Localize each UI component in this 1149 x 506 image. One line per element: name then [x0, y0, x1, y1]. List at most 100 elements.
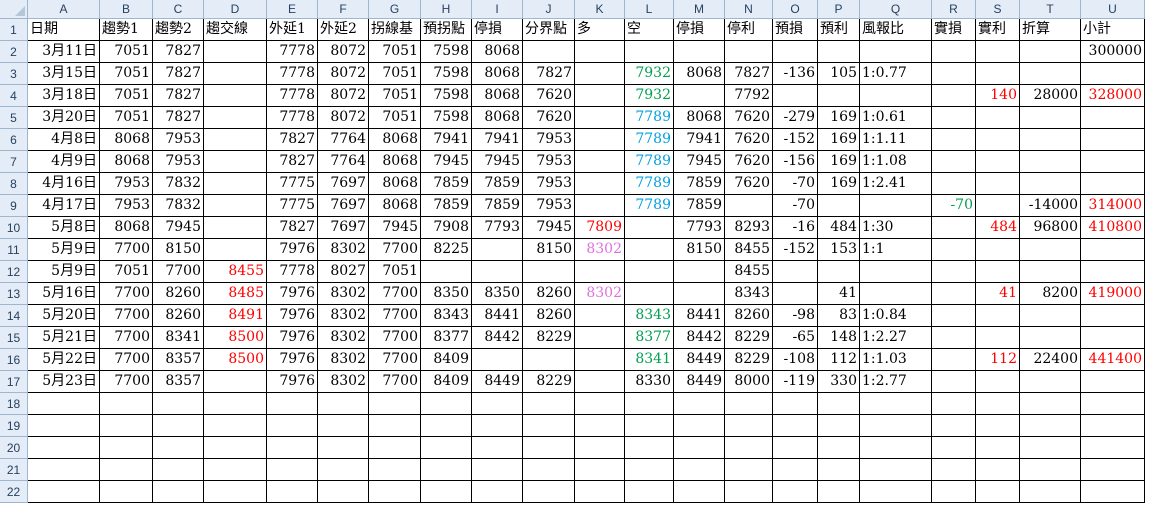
cell-m21[interactable] — [674, 459, 725, 481]
cell-d3[interactable] — [204, 63, 267, 85]
cell-b19[interactable] — [100, 415, 153, 437]
cell-i7[interactable]: 7945 — [472, 151, 523, 173]
cell-r15[interactable] — [932, 327, 976, 349]
cell-q6[interactable]: 1:1.11 — [860, 129, 932, 151]
cell-g11[interactable]: 7700 — [369, 239, 421, 261]
column-header-m[interactable]: M — [674, 0, 725, 19]
cell-t20[interactable] — [1020, 437, 1081, 459]
cell-f14[interactable]: 8302 — [318, 305, 369, 327]
cell-d8[interactable] — [204, 173, 267, 195]
cell-c12[interactable]: 7700 — [153, 261, 204, 283]
cell-r10[interactable] — [932, 217, 976, 239]
cell-h6[interactable]: 7941 — [421, 129, 472, 151]
cell-i8[interactable]: 7859 — [472, 173, 523, 195]
cell-k19[interactable] — [575, 415, 625, 437]
cell-o18[interactable] — [773, 393, 818, 415]
cell-d11[interactable] — [204, 239, 267, 261]
cell-o21[interactable] — [773, 459, 818, 481]
cell-d19[interactable] — [204, 415, 267, 437]
cell-k16[interactable] — [575, 349, 625, 371]
cell-i3[interactable]: 8068 — [472, 63, 523, 85]
cell-p1[interactable]: 預利 — [818, 19, 860, 41]
cell-o20[interactable] — [773, 437, 818, 459]
cell-n11[interactable]: 8455 — [725, 239, 773, 261]
cell-d20[interactable] — [204, 437, 267, 459]
row-header-20[interactable]: 20 — [0, 437, 28, 459]
cell-u6[interactable] — [1081, 129, 1145, 151]
cell-b5[interactable]: 7051 — [100, 107, 153, 129]
column-header-r[interactable]: R — [932, 0, 976, 19]
cell-j2[interactable] — [523, 41, 575, 63]
cell-o7[interactable]: -156 — [773, 151, 818, 173]
cell-p11[interactable]: 153 — [818, 239, 860, 261]
cell-f4[interactable]: 8072 — [318, 85, 369, 107]
cell-a17[interactable]: 5月23日 — [28, 371, 100, 393]
cell-f9[interactable]: 7697 — [318, 195, 369, 217]
cell-i14[interactable]: 8441 — [472, 305, 523, 327]
cell-e6[interactable]: 7827 — [267, 129, 318, 151]
cell-e12[interactable]: 7778 — [267, 261, 318, 283]
cell-q18[interactable] — [860, 393, 932, 415]
cell-f20[interactable] — [318, 437, 369, 459]
cell-s15[interactable] — [976, 327, 1020, 349]
cell-o9[interactable]: -70 — [773, 195, 818, 217]
cell-m6[interactable]: 7941 — [674, 129, 725, 151]
cell-o15[interactable]: -65 — [773, 327, 818, 349]
cell-t5[interactable] — [1020, 107, 1081, 129]
cell-p2[interactable] — [818, 41, 860, 63]
cell-a6[interactable]: 4月8日 — [28, 129, 100, 151]
column-header-u[interactable]: U — [1081, 0, 1145, 19]
column-header-i[interactable]: I — [472, 0, 523, 19]
cell-j9[interactable]: 7953 — [523, 195, 575, 217]
cell-u19[interactable] — [1081, 415, 1145, 437]
cell-i18[interactable] — [472, 393, 523, 415]
cell-q10[interactable]: 1:30 — [860, 217, 932, 239]
cell-h14[interactable]: 8343 — [421, 305, 472, 327]
cell-d1[interactable]: 趨交線 — [204, 19, 267, 41]
cell-e5[interactable]: 7778 — [267, 107, 318, 129]
cell-i13[interactable]: 8350 — [472, 283, 523, 305]
column-header-b[interactable]: B — [100, 0, 153, 19]
cell-n19[interactable] — [725, 415, 773, 437]
cell-i20[interactable] — [472, 437, 523, 459]
cell-h1[interactable]: 預拐點 — [421, 19, 472, 41]
cell-p7[interactable]: 169 — [818, 151, 860, 173]
column-header-c[interactable]: C — [153, 0, 204, 19]
cell-g5[interactable]: 7051 — [369, 107, 421, 129]
cell-a21[interactable] — [28, 459, 100, 481]
cell-o13[interactable] — [773, 283, 818, 305]
cell-t13[interactable]: 8200 — [1020, 283, 1081, 305]
cell-r1[interactable]: 實損 — [932, 19, 976, 41]
cell-n13[interactable]: 8343 — [725, 283, 773, 305]
cell-e2[interactable]: 7778 — [267, 41, 318, 63]
cell-c3[interactable]: 7827 — [153, 63, 204, 85]
cell-t10[interactable]: 96800 — [1020, 217, 1081, 239]
cell-f12[interactable]: 8027 — [318, 261, 369, 283]
cell-m7[interactable]: 7945 — [674, 151, 725, 173]
cell-k18[interactable] — [575, 393, 625, 415]
cell-q1[interactable]: 風報比 — [860, 19, 932, 41]
row-header-17[interactable]: 17 — [0, 371, 28, 393]
cell-e20[interactable] — [267, 437, 318, 459]
cell-b8[interactable]: 7953 — [100, 173, 153, 195]
cell-r13[interactable] — [932, 283, 976, 305]
cell-l5[interactable]: 7789 — [625, 107, 674, 129]
cell-b20[interactable] — [100, 437, 153, 459]
cell-m12[interactable] — [674, 261, 725, 283]
row-header-6[interactable]: 6 — [0, 129, 28, 151]
cell-h20[interactable] — [421, 437, 472, 459]
row-header-13[interactable]: 13 — [0, 283, 28, 305]
cell-s8[interactable] — [976, 173, 1020, 195]
cell-c1[interactable]: 趨勢2 — [153, 19, 204, 41]
cell-h4[interactable]: 7598 — [421, 85, 472, 107]
row-header-22[interactable]: 22 — [0, 481, 28, 503]
cell-h19[interactable] — [421, 415, 472, 437]
cell-s2[interactable] — [976, 41, 1020, 63]
cell-s10[interactable]: 484 — [976, 217, 1020, 239]
cell-s4[interactable]: 140 — [976, 85, 1020, 107]
cell-e9[interactable]: 7775 — [267, 195, 318, 217]
column-header-e[interactable]: E — [267, 0, 318, 19]
cell-s5[interactable] — [976, 107, 1020, 129]
cell-u8[interactable] — [1081, 173, 1145, 195]
cell-a2[interactable]: 3月11日 — [28, 41, 100, 63]
